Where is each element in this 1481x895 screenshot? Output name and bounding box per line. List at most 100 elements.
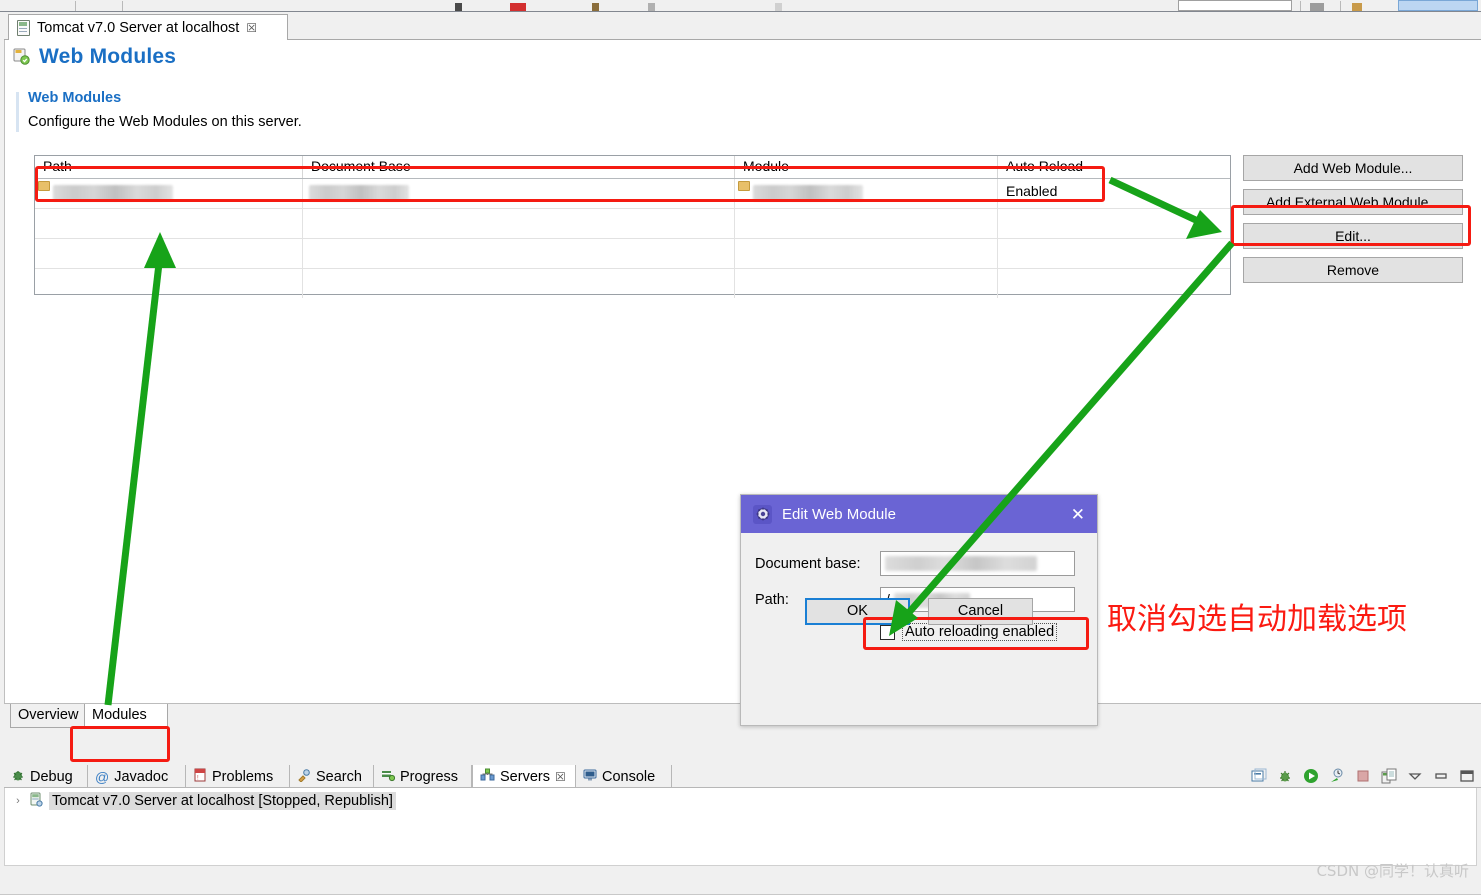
section-header: Web Modules (28, 90, 122, 106)
tab-search[interactable]: Search (290, 765, 374, 788)
cell-path[interactable] (35, 239, 303, 268)
cell-document-base[interactable] (303, 269, 735, 298)
auto-reloading-checkbox[interactable] (880, 624, 895, 640)
view-menu-icon[interactable] (1407, 768, 1423, 784)
gear-icon (753, 504, 772, 524)
web-modules-section: Web Modules Configure the Web Modules on… (16, 90, 1476, 132)
console-icon (583, 768, 597, 786)
auto-reloading-row: Auto reloading enabled (880, 623, 1083, 641)
cell-document-base[interactable] (303, 239, 735, 268)
cell-auto-reload[interactable]: Enabled (998, 179, 1230, 208)
tab-servers[interactable]: Servers ☒ (472, 765, 576, 788)
view-tab-label: Progress (400, 768, 459, 785)
chinese-annotation: 取消勾选自动加载选项 (1107, 602, 1407, 637)
redacted-value (753, 185, 863, 201)
column-header-path[interactable]: Path (35, 156, 303, 178)
cell-auto-reload[interactable] (998, 239, 1230, 268)
column-header-auto-reload[interactable]: Auto Reload (998, 156, 1230, 178)
web-modules-table[interactable]: Path Document Base Module Auto Reload En… (34, 155, 1231, 298)
minimize-view-icon[interactable] (1433, 768, 1449, 784)
table-row[interactable]: Enabled (35, 179, 1230, 209)
server-icon (29, 792, 43, 810)
tab-console[interactable]: Console (576, 765, 672, 788)
table-action-buttons: Add Web Module... Add External Web Modul… (1243, 155, 1463, 291)
dialog-body: Document base: Path: / Auto reloading en… (741, 533, 1097, 641)
document-base-row: Document base: (755, 551, 1083, 576)
cell-document-base[interactable] (303, 209, 735, 238)
editor-tab-tomcat[interactable]: Tomcat v7.0 Server at localhost ☒ (8, 14, 288, 40)
tab-progress[interactable]: Progress (374, 765, 472, 788)
view-tab-label: Javadoc (114, 768, 169, 785)
watermark: CSDN @同学！认真听 (1316, 862, 1469, 880)
debug-server-icon[interactable] (1277, 768, 1293, 784)
tab-problems[interactable]: ! Problems (186, 765, 290, 788)
tab-javadoc[interactable]: @ Javadoc (88, 765, 186, 788)
section-description: Configure the Web Modules on this server… (28, 114, 302, 130)
add-web-module-button[interactable]: Add Web Module... (1243, 155, 1463, 181)
redacted-value (309, 185, 409, 201)
dialog-title-bar: Edit Web Module ✕ (741, 495, 1097, 533)
view-toolbar (1251, 764, 1475, 788)
cell-module[interactable] (735, 269, 998, 298)
editor-tab-label: Tomcat v7.0 Server at localhost (37, 19, 240, 36)
cancel-button[interactable]: Cancel (928, 598, 1033, 625)
folder-icon (738, 181, 750, 191)
view-tab-label: Console (602, 768, 656, 785)
stop-server-icon[interactable] (1355, 768, 1371, 784)
cell-auto-reload[interactable] (998, 269, 1230, 298)
dialog-title: Edit Web Module (782, 505, 896, 523)
column-header-module[interactable]: Module (735, 156, 998, 178)
server-file-icon (17, 19, 30, 36)
tab-overview[interactable]: Overview (10, 704, 88, 728)
cell-module[interactable] (735, 179, 998, 208)
publish-icon[interactable] (1381, 768, 1397, 784)
cell-path[interactable] (35, 269, 303, 298)
tab-debug[interactable]: Debug (4, 765, 88, 788)
server-tree-item[interactable]: › Tomcat v7.0 Server at localhost [Stopp… (13, 792, 396, 810)
editor-tab-row: Tomcat v7.0 Server at localhost ☒ (4, 13, 1481, 40)
section-accent-bar (16, 92, 19, 132)
chevron-right-icon[interactable]: › (13, 795, 23, 807)
cell-module[interactable] (735, 209, 998, 238)
redacted-value (53, 185, 173, 201)
cell-path[interactable] (35, 179, 303, 208)
column-header-document-base[interactable]: Document Base (303, 156, 735, 178)
profile-server-icon[interactable] (1329, 768, 1345, 784)
edit-button[interactable]: Edit... (1243, 223, 1463, 249)
ok-button[interactable]: OK (805, 598, 910, 625)
dialog-buttons: OK Cancel (741, 598, 1097, 625)
edit-web-module-dialog: Edit Web Module ✕ Document base: Path: /… (740, 494, 1098, 726)
servers-view-body[interactable]: › Tomcat v7.0 Server at localhost [Stopp… (4, 788, 1477, 866)
views-area: Debug @ Javadoc ! Problems Search Progre… (0, 728, 1481, 895)
cell-document-base[interactable] (303, 179, 735, 208)
cell-auto-reload[interactable] (998, 209, 1230, 238)
editor-left-rail (0, 13, 5, 728)
table-header-row: Path Document Base Module Auto Reload (35, 156, 1230, 179)
auto-reloading-label[interactable]: Auto reloading enabled (902, 623, 1058, 641)
close-icon[interactable]: ☒ (555, 771, 566, 783)
cell-path[interactable] (35, 209, 303, 238)
javadoc-at-icon: @ (95, 768, 110, 785)
document-base-label: Document base: (755, 555, 861, 572)
tab-modules[interactable]: Modules (84, 704, 168, 728)
close-icon[interactable]: ✕ (1071, 506, 1085, 523)
start-server-icon[interactable] (1303, 768, 1319, 784)
table-row[interactable] (35, 239, 1230, 269)
debug-bug-icon (11, 768, 25, 786)
collapse-all-icon[interactable] (1251, 768, 1267, 784)
add-external-web-module-button[interactable]: Add External Web Module... (1243, 189, 1463, 215)
maximize-view-icon[interactable] (1459, 768, 1475, 784)
redacted-value (885, 556, 1037, 571)
table-row[interactable] (35, 209, 1230, 239)
view-tab-label: Debug (30, 768, 73, 785)
view-tab-label: Servers (500, 768, 550, 785)
table-row[interactable] (35, 269, 1230, 298)
progress-icon (381, 768, 396, 786)
folder-icon (38, 181, 50, 191)
close-icon[interactable]: ☒ (246, 22, 257, 34)
servers-icon (480, 768, 495, 786)
cell-module[interactable] (735, 239, 998, 268)
remove-button[interactable]: Remove (1243, 257, 1463, 283)
document-base-field[interactable] (880, 551, 1075, 576)
eclipse-window: Tomcat v7.0 Server at localhost ☒ Web Mo… (0, 0, 1481, 895)
